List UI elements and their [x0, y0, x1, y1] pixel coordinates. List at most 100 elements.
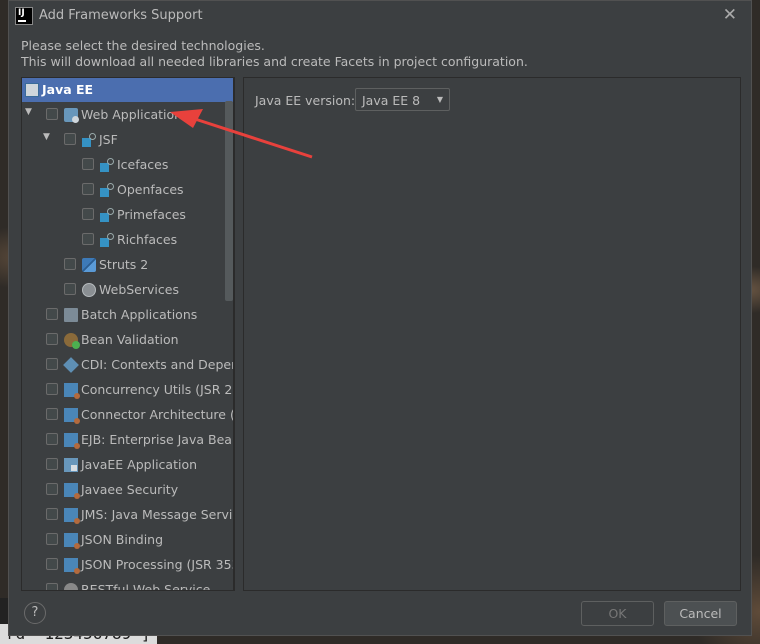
intellij-icon: IJ [15, 7, 33, 25]
tree-item-webservices[interactable]: WebServices [22, 278, 233, 302]
jsf-icon [100, 183, 114, 197]
tree-item-javaee-security[interactable]: Javaee Security [22, 478, 233, 502]
tree-item-concurrency-utils[interactable]: Concurrency Utils (JSR 236 [22, 378, 233, 402]
checkbox[interactable] [64, 133, 76, 145]
checkbox[interactable] [46, 358, 58, 370]
tree-item-label: Openfaces [117, 182, 184, 197]
tree-item-label: Primefaces [117, 207, 186, 222]
tree-item-label: WebServices [99, 282, 179, 297]
tree-item-label: CDI: Contexts and Depend [81, 357, 234, 372]
struts-icon [82, 258, 96, 272]
expand-arrow-icon[interactable]: ▼ [43, 132, 50, 142]
tree-item-restful-web-service[interactable]: RESTful Web Service [22, 578, 233, 591]
tree-item-label: Richfaces [117, 232, 178, 247]
checkbox[interactable] [46, 408, 58, 420]
tree-scroll-track [234, 77, 235, 591]
tree-item-primefaces[interactable]: Primefaces [22, 203, 233, 227]
tree-scrollbar[interactable] [225, 101, 233, 301]
tree-item-label: Javaee Security [81, 482, 179, 497]
cdi-icon [63, 357, 79, 373]
tree-item-label: EJB: Enterprise Java Beans [81, 432, 234, 447]
checkbox[interactable] [64, 283, 76, 295]
tree-item-batch-applications[interactable]: Batch Applications [22, 303, 233, 327]
tree-item-label: Icefaces [117, 157, 169, 172]
tree-item-json-binding[interactable]: JSON Binding [22, 528, 233, 552]
checkbox[interactable] [46, 533, 58, 545]
dialog-titlebar: IJ Add Frameworks Support ✕ [9, 1, 751, 31]
tree-item-ejb[interactable]: EJB: Enterprise Java Beans [22, 428, 233, 452]
checkbox[interactable] [82, 208, 94, 220]
tree-item-label: Bean Validation [81, 332, 179, 347]
tree-item-struts-2[interactable]: Struts 2 [22, 253, 233, 277]
module-icon [64, 383, 80, 399]
tree-item-label: Batch Applications [81, 307, 198, 322]
checkbox[interactable] [46, 433, 58, 445]
jsf-icon [100, 158, 114, 172]
close-icon[interactable]: ✕ [723, 5, 737, 25]
tree-item-label: Web Application [81, 107, 183, 122]
tree-item-label: JSF [99, 132, 118, 147]
module-icon [64, 408, 80, 424]
description-line-2: This will download all needed libraries … [21, 54, 528, 69]
description-line-1: Please select the desired technologies. [21, 38, 265, 53]
dropdown-arrow-icon: ▼ [436, 95, 443, 104]
tree-item-bean-validation[interactable]: Bean Validation [22, 328, 233, 352]
globe-icon [64, 583, 78, 590]
java-ee-version-label: Java EE version: [255, 93, 356, 108]
checkbox[interactable] [46, 583, 58, 590]
tree-item-connector-architecture[interactable]: Connector Architecture (JS [22, 403, 233, 427]
tree-item-jsf[interactable]: ▼ JSF [22, 128, 233, 152]
checkbox[interactable] [82, 233, 94, 245]
tree-item-richfaces[interactable]: Richfaces [22, 228, 233, 252]
module-icon [64, 483, 80, 499]
java-ee-version-select[interactable]: Java EE 8 ▼ [355, 88, 450, 111]
java-ee-icon [25, 83, 39, 97]
tree-item-javaee-application[interactable]: JavaEE Application [22, 453, 233, 477]
web-app-icon [64, 108, 79, 123]
dialog-description: Please select the desired technologies. … [21, 38, 528, 70]
tree-item-label: JSON Processing (JSR 353 [81, 557, 234, 572]
tree-root-label: Java EE [42, 82, 94, 97]
checkbox[interactable] [46, 308, 58, 320]
checkbox[interactable] [82, 183, 94, 195]
checkbox[interactable] [82, 158, 94, 170]
jsf-icon [82, 133, 96, 147]
tree-item-json-processing[interactable]: JSON Processing (JSR 353 [22, 553, 233, 577]
tree-item-label: RESTful Web Service [81, 582, 211, 591]
app-icon [64, 458, 78, 472]
checkbox[interactable] [46, 108, 58, 120]
tree-root-java-ee[interactable]: Java EE [22, 78, 233, 102]
checkbox[interactable] [46, 333, 58, 345]
tree-item-label: JavaEE Application [81, 457, 198, 472]
expand-arrow-icon[interactable]: ▼ [25, 107, 32, 117]
add-frameworks-dialog: IJ Add Frameworks Support ✕ Please selec… [8, 0, 752, 636]
jsf-icon [100, 233, 114, 247]
tree-item-web-application[interactable]: ▼ Web Application [22, 103, 233, 127]
module-icon [64, 433, 80, 449]
cancel-button[interactable]: Cancel [664, 601, 737, 626]
globe-icon [82, 283, 96, 297]
checkbox[interactable] [46, 508, 58, 520]
bean-icon [64, 333, 80, 349]
tree-item-label: Struts 2 [99, 257, 149, 272]
tree-item-jms[interactable]: JMS: Java Message Service [22, 503, 233, 527]
module-icon [64, 533, 80, 549]
tree-item-icefaces[interactable]: Icefaces [22, 153, 233, 177]
checkbox[interactable] [64, 258, 76, 270]
tree-item-cdi[interactable]: CDI: Contexts and Depend [22, 353, 233, 377]
checkbox[interactable] [46, 483, 58, 495]
java-ee-version-value: Java EE 8 [362, 93, 421, 108]
tree-item-label: Concurrency Utils (JSR 236 [81, 382, 234, 397]
help-button[interactable]: ? [24, 602, 46, 624]
ok-button[interactable]: OK [581, 601, 654, 626]
dialog-title: Add Frameworks Support [39, 8, 203, 23]
checkbox[interactable] [46, 383, 58, 395]
technology-tree: Java EE ▼ Web Application ▼ JSF Icefaces… [21, 77, 234, 591]
checkbox[interactable] [46, 558, 58, 570]
folder-icon [64, 308, 78, 322]
module-icon [64, 558, 80, 574]
tree-item-openfaces[interactable]: Openfaces [22, 178, 233, 202]
tree-item-label: JMS: Java Message Service [81, 507, 234, 522]
jsf-icon [100, 208, 114, 222]
checkbox[interactable] [46, 458, 58, 470]
